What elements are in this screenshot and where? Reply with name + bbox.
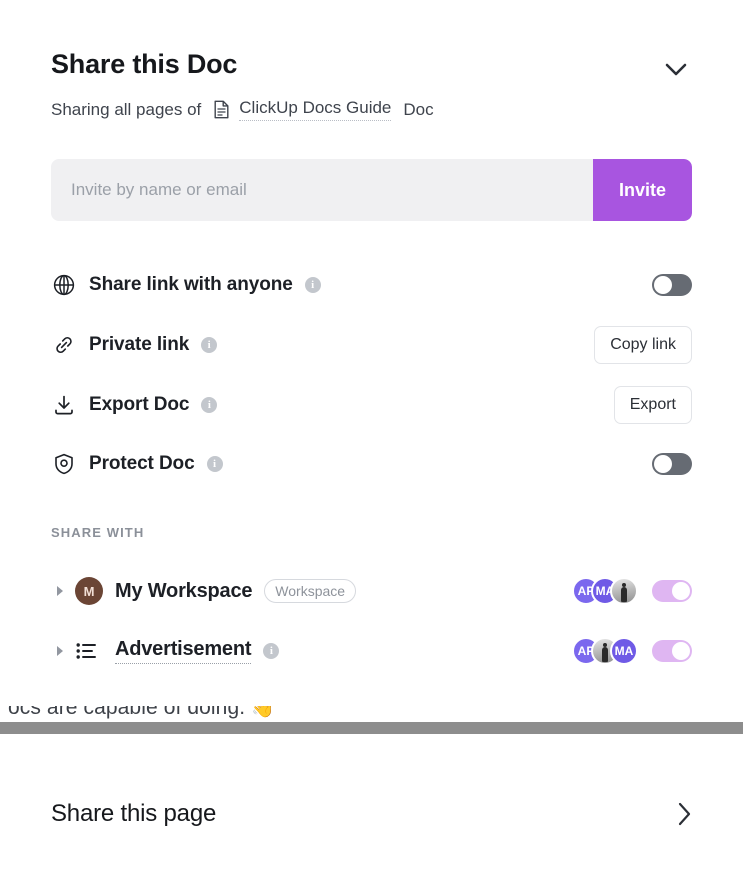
- invite-button[interactable]: Invite: [593, 159, 692, 221]
- panel-header: Share this Doc: [51, 49, 237, 80]
- toggle-knob: [654, 276, 672, 294]
- avatar-stack[interactable]: AP MA: [572, 637, 638, 665]
- invite-bar: Invite: [51, 159, 692, 221]
- background-text: ocs are capable of doing. 👋: [8, 706, 275, 720]
- share-with-name: My Workspace: [115, 579, 253, 602]
- list-icon: [75, 641, 105, 661]
- doc-name-link[interactable]: ClickUp Docs Guide: [239, 98, 392, 121]
- subtitle-prefix: Sharing all pages of: [51, 99, 202, 119]
- info-icon[interactable]: i: [304, 277, 321, 293]
- avatar: MA: [610, 637, 638, 665]
- toggle-knob: [672, 642, 690, 660]
- share-with-row-advertisement[interactable]: Advertisement i AP MA: [51, 630, 692, 672]
- advertisement-toggle[interactable]: [652, 640, 692, 662]
- option-control: [652, 453, 692, 475]
- workspace-avatar: M: [75, 577, 105, 605]
- option-label: Private link: [89, 334, 190, 355]
- shield-icon: [51, 451, 77, 477]
- share-with-row-controls: AP MA: [572, 577, 692, 605]
- info-icon[interactable]: i: [206, 456, 223, 472]
- share-doc-modal-screen: ocs are capable of doing. 👋 Share this Do…: [0, 0, 743, 884]
- toggle-knob: [672, 582, 690, 600]
- share-with-row-controls: AP MA: [572, 637, 692, 665]
- option-control: Copy link: [594, 326, 692, 364]
- info-icon[interactable]: i: [201, 397, 218, 413]
- caret-right-icon[interactable]: [51, 585, 69, 597]
- caret-right-icon[interactable]: [51, 645, 69, 657]
- share-this-page-label: Share this page: [51, 800, 217, 827]
- share-link-toggle[interactable]: [652, 274, 692, 296]
- export-button[interactable]: Export: [613, 386, 692, 424]
- chevron-down-icon[interactable]: [661, 54, 691, 84]
- background-emoji: 👋: [251, 706, 275, 719]
- background-shadow-band: [0, 722, 743, 734]
- avatar-stack[interactable]: AP MA: [572, 577, 638, 605]
- share-doc-panel: Share this Doc Sharing all pages of Clic…: [0, 0, 743, 706]
- option-control: Export: [613, 386, 692, 424]
- copy-link-button[interactable]: Copy link: [594, 326, 692, 364]
- subtitle-suffix: Doc: [403, 99, 434, 119]
- option-label: Protect Doc: [89, 453, 195, 474]
- option-row-protect-doc: Protect Doc i: [51, 444, 692, 484]
- toggle-knob: [654, 455, 672, 473]
- doc-page-icon: [213, 100, 230, 119]
- avatar-photo-figure: [621, 587, 627, 602]
- share-page-panel: Share this page: [0, 734, 743, 884]
- workspace-avatar-initial: M: [75, 577, 103, 605]
- page-title: Share this Doc: [51, 49, 238, 79]
- option-row-share-link: Share link with anyone i: [51, 265, 692, 305]
- option-label: Export Doc: [89, 394, 190, 415]
- download-icon: [51, 392, 77, 418]
- share-this-page-row[interactable]: Share this page: [51, 794, 692, 834]
- option-row-export-doc: Export Doc i Export: [51, 385, 692, 425]
- sharing-scope-subtitle: Sharing all pages of ClickUp Docs Guide …: [51, 98, 434, 121]
- invite-input[interactable]: [51, 159, 593, 221]
- option-control: [652, 274, 692, 296]
- share-with-row-my-workspace[interactable]: M My Workspace Workspace AP MA: [51, 570, 692, 612]
- info-icon[interactable]: i: [263, 643, 280, 659]
- link-icon: [51, 332, 77, 358]
- workspace-badge: Workspace: [264, 579, 357, 603]
- my-workspace-toggle[interactable]: [652, 580, 692, 602]
- option-row-private-link: Private link i Copy link: [51, 325, 692, 365]
- protect-doc-toggle[interactable]: [652, 453, 692, 475]
- avatar: [610, 577, 638, 605]
- option-label: Share link with anyone: [89, 274, 293, 295]
- avatar-photo-figure: [602, 647, 608, 662]
- globe-icon: [51, 272, 77, 298]
- share-with-name[interactable]: Advertisement: [115, 638, 252, 664]
- chevron-right-icon[interactable]: [678, 802, 692, 826]
- info-icon[interactable]: i: [201, 337, 218, 353]
- share-with-section-label: SHARE WITH: [51, 525, 145, 540]
